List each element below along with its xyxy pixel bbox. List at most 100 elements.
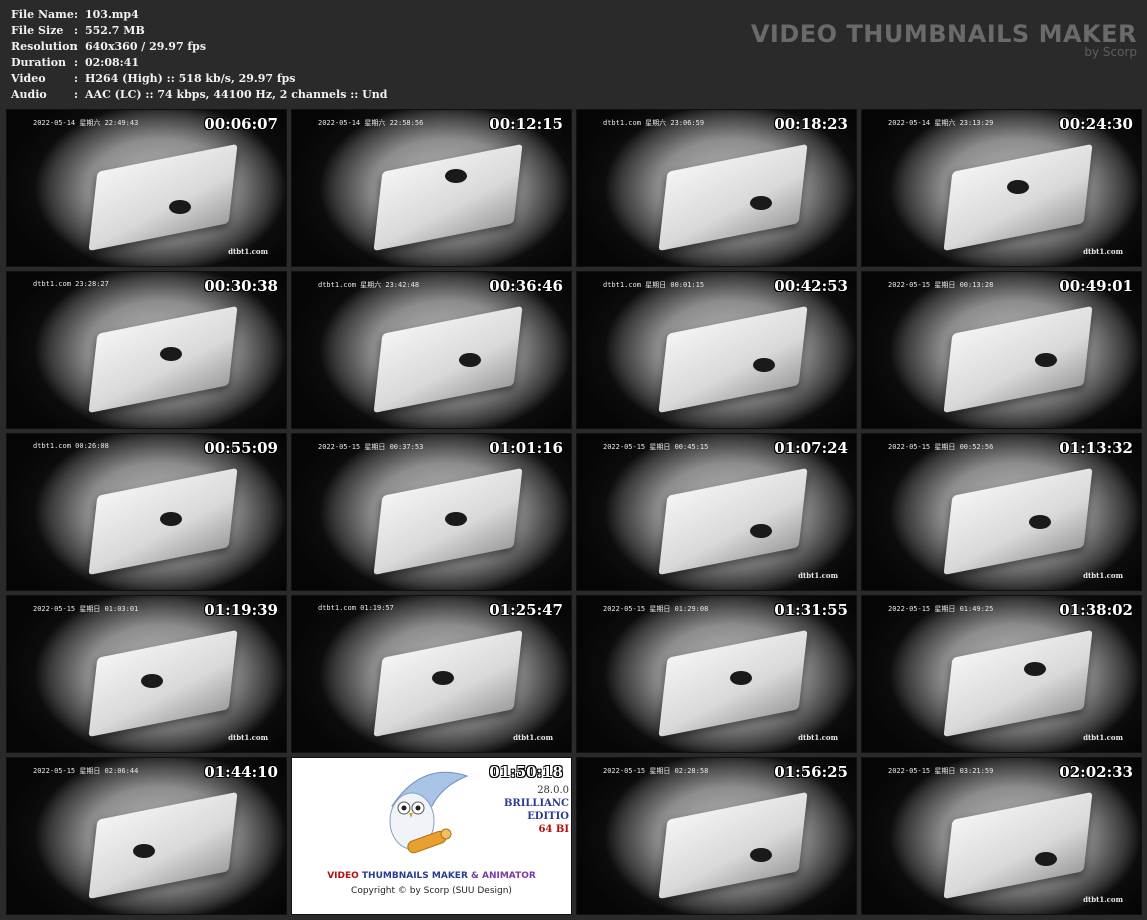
bed-shape	[658, 467, 808, 575]
info-key: Audio	[11, 88, 47, 101]
video-thumbnail[interactable]: 2022-05-15 星期日 02:06:44 01:44:10	[6, 757, 287, 915]
camera-datestamp: 2022-05-15 星期日 01:03:01	[33, 605, 139, 613]
camera-datestamp: 2022-05-15 星期日 01:49:25	[888, 605, 994, 613]
video-thumbnail[interactable]: dtbt1.com 星期六 23:06:59 00:18:23	[576, 109, 857, 267]
video-thumbnail[interactable]: 2022-05-15 星期日 03:21:59 dtbt1.com 02:02:…	[861, 757, 1142, 915]
thumbnail-timestamp: 00:30:38	[204, 277, 278, 295]
thumbnail-image	[7, 758, 286, 914]
file-info-panel: File Name:103.mp4 File Size:552.7 MB Resol…	[11, 7, 387, 103]
thumbnail-timestamp: 01:25:47	[489, 601, 563, 619]
watermark: dtbt1.com	[228, 733, 268, 742]
video-thumbnail[interactable]: dtbt1.com 星期日 00:01:15 00:42:53	[576, 271, 857, 429]
figure-shape	[431, 670, 454, 685]
bed-shape	[943, 143, 1093, 251]
info-row: File Size:552.7 MB	[11, 23, 387, 39]
bed-shape	[373, 143, 523, 251]
thumbnail-timestamp: 01:07:24	[774, 439, 848, 457]
watermark: dtbt1.com	[1083, 571, 1123, 580]
info-key: Resolution	[11, 40, 78, 53]
figure-shape	[132, 843, 155, 858]
video-thumbnail[interactable]: dtbt1.com 星期六 23:42:48 00:36:46	[291, 271, 572, 429]
thumbnail-timestamp: 00:36:46	[489, 277, 563, 295]
thumbnail-timestamp: 01:01:16	[489, 439, 563, 457]
thumbnail-timestamp: 00:49:01	[1059, 277, 1133, 295]
thumbnail-grid: 2022-05-14 星期六 22:49:43 dtbt1.com 00:06:…	[6, 109, 1142, 915]
watermark: dtbt1.com	[798, 733, 838, 742]
info-separator: :	[74, 72, 79, 85]
info-value: H264 (High) :: 518 kb/s, 29.97 fps	[85, 72, 296, 85]
bed-shape	[88, 791, 238, 899]
video-thumbnail[interactable]: 2022-05-15 星期日 00:37:53 01:01:16	[291, 433, 572, 591]
thumbnail-image	[862, 758, 1141, 914]
thumbnail-image	[7, 596, 286, 752]
camera-datestamp: 2022-05-15 星期日 00:13:28	[888, 281, 994, 289]
watermark: dtbt1.com	[1083, 247, 1123, 256]
video-thumbnail[interactable]: 2022-05-14 星期六 22:58:56 00:12:15	[291, 109, 572, 267]
video-thumbnail[interactable]: dtbt1.com 01:19:57 dtbt1.com 01:25:47	[291, 595, 572, 753]
figure-shape	[1023, 661, 1046, 676]
thumbnail-timestamp: 01:19:39	[204, 601, 278, 619]
thumbnail-timestamp: 00:42:53	[774, 277, 848, 295]
info-row: Video: H264 (High) :: 518 kb/s, 29.97 fps	[11, 71, 387, 87]
bed-shape	[658, 143, 808, 251]
info-key: Video	[11, 72, 46, 85]
thumbnail-image	[862, 272, 1141, 428]
thumbnail-image	[292, 110, 571, 266]
brand-logo: VIDEO THUMBNAILS MAKER by Scorp	[751, 20, 1137, 58]
watermark: dtbt1.com	[513, 733, 553, 742]
video-thumbnail[interactable]: 2022-05-15 星期日 01:29:08 dtbt1.com 01:31:…	[576, 595, 857, 753]
info-value: 552.7 MB	[85, 24, 145, 37]
watermark: dtbt1.com	[228, 247, 268, 256]
camera-datestamp: dtbt1.com 星期六 23:42:48	[318, 281, 420, 289]
camera-datestamp: 2022-05-15 星期日 02:28:58	[603, 767, 709, 775]
info-value: AAC (LC) :: 74 kbps, 44100 Hz, 2 channel…	[85, 88, 388, 101]
bed-shape	[658, 305, 808, 413]
thumbnail-image	[862, 434, 1141, 590]
logo-bits: 64 BI	[538, 824, 569, 835]
figure-shape	[752, 357, 775, 372]
info-separator: :	[74, 24, 79, 37]
thumbnail-image	[862, 596, 1141, 752]
thumbnail-image	[292, 434, 571, 590]
info-separator: :	[74, 88, 79, 101]
logo-version-block: 28.0.0 BRILLIANC EDITIO 64 BI	[504, 784, 569, 836]
camera-datestamp: 2022-05-15 星期日 00:52:56	[888, 443, 994, 451]
video-thumbnail[interactable]: dtbt1.com 23:28:27 00:30:38	[6, 271, 287, 429]
video-thumbnail[interactable]: 2022-05-15 星期日 00:13:28 00:49:01	[861, 271, 1142, 429]
info-row: Duration:02:08:41	[11, 55, 387, 71]
thumbnail-image	[577, 272, 856, 428]
logo-edition-line1: BRILLIANC	[503, 798, 569, 809]
thumbnail-timestamp: 00:12:15	[489, 115, 563, 133]
thumbnail-image	[292, 596, 571, 752]
camera-datestamp: dtbt1.com 00:26:08	[33, 442, 109, 450]
info-key: Duration	[11, 56, 67, 69]
bed-shape	[88, 143, 238, 251]
video-thumbnail[interactable]: 2022-05-15 星期日 02:28:58 01:56:25	[576, 757, 857, 915]
thumbnail-timestamp: 00:55:09	[204, 439, 278, 457]
video-thumbnail[interactable]: 2022-05-15 星期日 01:03:01 dtbt1.com 01:19:…	[6, 595, 287, 753]
video-thumbnail[interactable]: 2022-05-15 星期日 00:45:15 dtbt1.com 01:07:…	[576, 433, 857, 591]
info-separator: :	[74, 56, 79, 69]
camera-datestamp: 2022-05-15 星期日 00:45:15	[603, 443, 709, 451]
camera-datestamp: 2022-05-15 星期日 03:21:59	[888, 767, 994, 775]
camera-datestamp: 2022-05-14 星期六 22:49:43	[33, 119, 139, 127]
info-row: File Name:103.mp4	[11, 7, 387, 23]
video-thumbnail[interactable]: 2022-05-15 星期日 01:49:25 dtbt1.com 01:38:…	[861, 595, 1142, 753]
video-thumbnail[interactable]: dtbt1.com 00:26:08 00:55:09	[6, 433, 287, 591]
logo-title: VIDEO THUMBNAILS MAKER & ANIMATOR	[292, 871, 571, 881]
thumbnail-image	[862, 110, 1141, 266]
video-thumbnail[interactable]: 2022-05-14 星期六 22:49:43 dtbt1.com 00:06:…	[6, 109, 287, 267]
video-thumbnail[interactable]: 2022-05-14 星期六 23:13:29 dtbt1.com 00:24:…	[861, 109, 1142, 267]
bed-shape	[943, 467, 1093, 575]
thumbnail-timestamp: 01:13:32	[1059, 439, 1133, 457]
watermark: dtbt1.com	[1083, 733, 1123, 742]
video-thumbnail[interactable]: 2022-05-15 星期日 00:52:56 dtbt1.com 01:13:…	[861, 433, 1142, 591]
brand-title: VIDEO THUMBNAILS MAKER	[750, 20, 1137, 48]
info-value: 640x360 / 29.97 fps	[85, 40, 207, 53]
camera-datestamp: 2022-05-15 星期日 00:37:53	[318, 443, 424, 451]
video-thumbnail[interactable]: 28.0.0 BRILLIANC EDITIO 64 BI VIDEO THUM…	[291, 757, 572, 915]
info-value: 103.mp4	[85, 8, 139, 21]
camera-datestamp: dtbt1.com 01:19:57	[318, 604, 394, 612]
thumbnail-timestamp: 00:06:07	[204, 115, 278, 133]
logo-title-part-a: VIDEO	[327, 871, 362, 881]
